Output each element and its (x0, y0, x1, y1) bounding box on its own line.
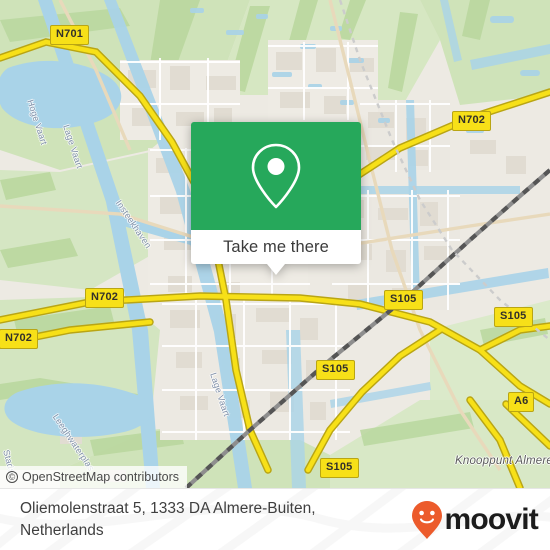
road-shield-s105-b: S105 (494, 307, 533, 327)
take-me-there-button[interactable]: Take me there (191, 230, 361, 264)
callout-pointer (267, 264, 285, 275)
road-shield-s105-d: S105 (320, 458, 359, 478)
road-shield-s105-a: S105 (384, 290, 423, 310)
take-me-there-label: Take me there (223, 237, 329, 256)
map-pin-icon (251, 143, 301, 209)
moovit-wordmark: moovit (444, 502, 538, 536)
road-shield-n702-b: N702 (85, 288, 125, 308)
moovit-smiley-pin-icon (412, 500, 443, 539)
road-shield-n701: N701 (50, 25, 90, 45)
address-line-1: Oliemolenstraat 5, 1333 DA Almere-Buiten… (20, 499, 316, 517)
road-shield-n702-c: N702 (0, 329, 39, 349)
road-shield-a6: A6 (508, 392, 535, 412)
moovit-brand[interactable]: moovit (411, 500, 539, 540)
attribution-text: OpenStreetMap contributors (22, 470, 180, 484)
road-shield-s105-c: S105 (316, 360, 355, 380)
address-text: Oliemolenstraat 5, 1333 DA Almere-Buiten… (20, 498, 380, 542)
callout-image-area (191, 122, 361, 230)
address-line-2: Netherlands (20, 521, 104, 539)
map-canvas[interactable]: Hoge Vaart Lage Vaart Insteekhaven Lage … (0, 0, 550, 488)
footer-bar: Oliemolenstraat 5, 1333 DA Almere-Buiten… (0, 488, 550, 550)
map-attribution[interactable]: © OpenStreetMap contributors (0, 466, 188, 488)
copyright-icon: © (6, 471, 18, 483)
map-share-card: Hoge Vaart Lage Vaart Insteekhaven Lage … (0, 0, 550, 550)
take-me-there-callout[interactable]: Take me there (191, 122, 361, 275)
road-shield-n702-a: N702 (452, 111, 492, 131)
